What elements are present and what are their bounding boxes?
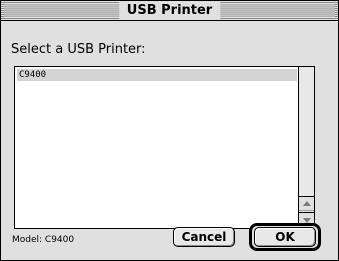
select-printer-prompt: Select a USB Printer:	[11, 42, 146, 57]
usb-printer-dialog: USB Printer Select a USB Printer: C9400 …	[0, 0, 339, 261]
window-title: USB Printer	[118, 2, 221, 19]
model-label: Model: C9400	[12, 235, 75, 245]
title-bar[interactable]: USB Printer	[1, 1, 338, 21]
scroll-up-arrow-icon[interactable]	[299, 196, 314, 211]
ok-button[interactable]: OK	[254, 227, 316, 247]
printer-list-box: C9400	[14, 66, 315, 229]
printer-list[interactable]: C9400	[15, 67, 299, 228]
printer-list-item[interactable]: C9400	[17, 69, 297, 81]
list-scrollbar[interactable]	[298, 67, 314, 228]
cancel-button[interactable]: Cancel	[173, 227, 235, 247]
